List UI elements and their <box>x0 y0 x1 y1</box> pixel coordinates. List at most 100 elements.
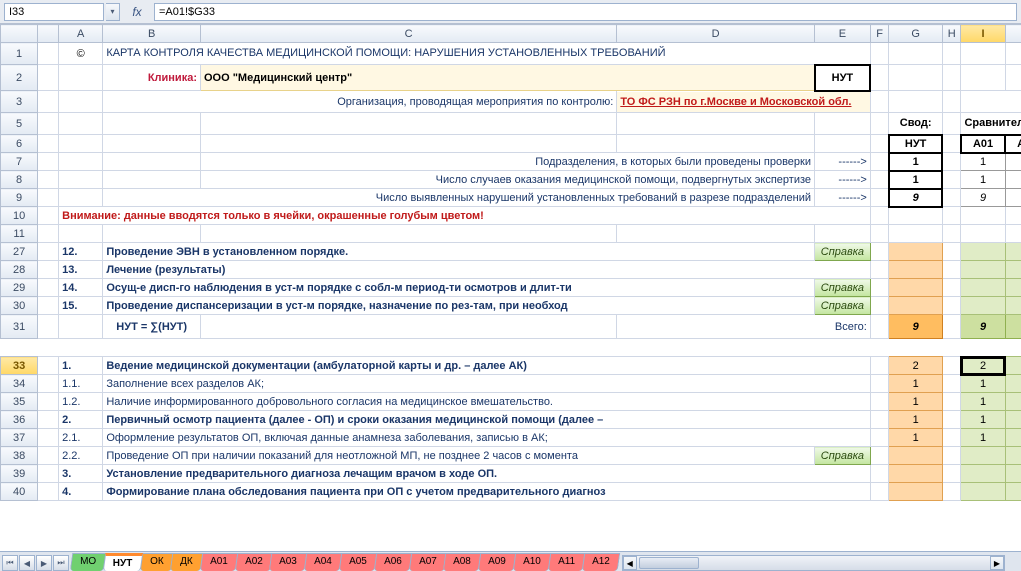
scrollbar-thumb[interactable] <box>639 557 699 569</box>
row-30[interactable]: 30 <box>1 297 38 315</box>
sheet-tab-А10[interactable]: А10 <box>513 553 551 571</box>
scroll-right-icon[interactable]: ▶ <box>990 556 1004 570</box>
section-14-num: 14. <box>59 279 103 297</box>
tab-nav-buttons: ⏮ ◀ ▶ ⏭ <box>0 555 71 571</box>
row-3[interactable]: 3 <box>1 91 38 113</box>
selected-cell-i33[interactable]: 2 <box>961 357 1005 375</box>
horizontal-scrollbar[interactable]: ◀ ▶ <box>622 555 1005 571</box>
row-37[interactable]: 37 <box>1 429 38 447</box>
row-39[interactable]: 39 <box>1 465 38 483</box>
sheet-tab-А09[interactable]: А09 <box>478 553 516 571</box>
r37-num: 2.1. <box>59 429 103 447</box>
sheet-tab-А01[interactable]: А01 <box>200 553 238 571</box>
row-33[interactable]: 33 <box>1 357 38 375</box>
r39-txt: Установление предварительного диагноза л… <box>103 465 871 483</box>
help-button[interactable]: Справка <box>815 447 871 465</box>
row-5[interactable]: 5 <box>1 113 38 135</box>
r35-num: 1.2. <box>59 393 103 411</box>
row-2[interactable]: 2 <box>1 65 38 91</box>
col-a01-hdr: A01 <box>961 135 1005 153</box>
col-A[interactable]: A <box>59 25 103 43</box>
select-all-corner[interactable] <box>1 25 38 43</box>
r38-txt: Проведение ОП при наличии показаний для … <box>103 447 815 465</box>
sheet-tab-А05[interactable]: А05 <box>339 553 377 571</box>
tab-first-icon[interactable]: ⏮ <box>2 555 18 571</box>
help-button[interactable]: Справка <box>815 297 871 315</box>
col-F[interactable]: F <box>870 25 889 43</box>
r40-num: 4. <box>59 483 103 501</box>
r36-num: 2. <box>59 411 103 429</box>
row-40[interactable]: 40 <box>1 483 38 501</box>
row-35[interactable]: 35 <box>1 393 38 411</box>
r33-g[interactable]: 2 <box>889 357 942 375</box>
r36-g[interactable]: 1 <box>889 411 942 429</box>
section-14-txt: Осущ-е дисп-го наблюдения в уст-м порядк… <box>103 279 815 297</box>
section-13-txt: Лечение (результаты) <box>103 261 871 279</box>
section-12-txt: Проведение ЭВН в установленном порядке. <box>103 243 815 261</box>
sheet-tab-НУТ[interactable]: НУТ <box>103 553 143 571</box>
sheet-tab-А07[interactable]: А07 <box>408 553 446 571</box>
help-button[interactable]: Справка <box>815 243 871 261</box>
total-sum: 9 <box>889 315 942 339</box>
clinic-value[interactable]: ООО "Медицинский центр" <box>200 65 814 91</box>
sheet-tab-А08[interactable]: А08 <box>443 553 481 571</box>
col-E[interactable]: E <box>815 25 871 43</box>
tab-last-icon[interactable]: ⏭ <box>53 555 69 571</box>
row-11[interactable]: 11 <box>1 225 38 243</box>
sheet-tab-А06[interactable]: А06 <box>374 553 412 571</box>
sheet-tab-ОК[interactable]: ОК <box>139 553 173 571</box>
col-H[interactable]: H <box>942 25 961 43</box>
scroll-left-icon[interactable]: ◀ <box>623 556 637 570</box>
row-38[interactable]: 38 <box>1 447 38 465</box>
row-1[interactable]: 1 <box>1 43 38 65</box>
tab-next-icon[interactable]: ▶ <box>36 555 52 571</box>
row-8[interactable]: 8 <box>1 171 38 189</box>
name-box[interactable]: I33 <box>4 3 104 21</box>
nut-formula-label: НУТ = ∑(НУТ) <box>103 315 201 339</box>
formula-input[interactable]: =A01!$G33 <box>154 3 1017 21</box>
metric-9-label: Число выявленных нарушений установленных… <box>103 189 815 207</box>
col-C[interactable]: C <box>200 25 616 43</box>
sheet-tab-ДК[interactable]: ДК <box>170 553 203 571</box>
arrow-icon: ------> <box>815 153 871 171</box>
sheet-tab-А12[interactable]: А12 <box>582 553 620 571</box>
name-box-dropdown[interactable]: ▾ <box>106 3 120 21</box>
comparison-title: Сравнительная таблица по <box>961 113 1021 135</box>
data-substitute-label: Данные подставляютс <box>961 91 1021 113</box>
row-31[interactable]: 31 <box>1 315 38 339</box>
tab-prev-icon[interactable]: ◀ <box>19 555 35 571</box>
row-6[interactable]: 6 <box>1 135 38 153</box>
row-28[interactable]: 28 <box>1 261 38 279</box>
sheet-tab-А04[interactable]: А04 <box>304 553 342 571</box>
r33-num: 1. <box>59 357 103 375</box>
r35-txt: Наличие информированного добровольного с… <box>103 393 871 411</box>
row-29[interactable]: 29 <box>1 279 38 297</box>
svod-label: Свод: <box>889 113 942 135</box>
r38-num: 2.2. <box>59 447 103 465</box>
help-button[interactable]: Справка <box>815 279 871 297</box>
fx-button[interactable]: fx <box>126 3 148 21</box>
col-G[interactable]: G <box>889 25 942 43</box>
sheet-tab-А02[interactable]: А02 <box>234 553 272 571</box>
col-J[interactable]: J <box>1005 25 1021 43</box>
spreadsheet-grid[interactable]: A B C D E F G H I J K L M N 1 © КАРТА КО… <box>0 24 1021 551</box>
r37-g[interactable]: 1 <box>889 429 942 447</box>
row-7[interactable]: 7 <box>1 153 38 171</box>
row-9[interactable]: 9 <box>1 189 38 207</box>
metric-8-sum: 1 <box>889 171 942 189</box>
warning-text: Внимание: данные вводятся только в ячейк… <box>59 207 871 225</box>
col-B[interactable]: B <box>103 25 201 43</box>
org-value[interactable]: ТО ФС РЗН по г.Москве и Московской обл. <box>617 91 871 113</box>
sheet-tab-А11[interactable]: А11 <box>548 553 586 571</box>
row-10[interactable]: 10 <box>1 207 38 225</box>
row-36[interactable]: 36 <box>1 411 38 429</box>
r34-g[interactable]: 1 <box>889 375 942 393</box>
sheet-tab-МО[interactable]: МО <box>70 553 107 571</box>
r35-g[interactable]: 1 <box>889 393 942 411</box>
col-I[interactable]: I <box>961 25 1005 43</box>
row-27[interactable]: 27 <box>1 243 38 261</box>
formula-bar: I33 ▾ fx =A01!$G33 <box>0 0 1021 24</box>
row-34[interactable]: 34 <box>1 375 38 393</box>
col-D[interactable]: D <box>617 25 815 43</box>
sheet-tab-А03[interactable]: А03 <box>269 553 307 571</box>
